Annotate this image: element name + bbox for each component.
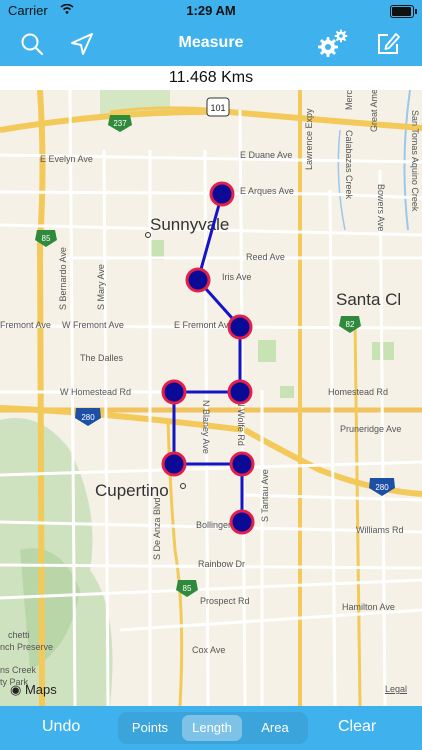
street-label: W Fremont Ave xyxy=(62,320,124,330)
hwy-label: 280 xyxy=(375,483,389,492)
street-label: N Blaney Ave xyxy=(201,400,211,454)
park-label: ns Creek xyxy=(0,665,37,675)
mode-area-segment[interactable]: Area xyxy=(246,715,304,741)
hwy-label: 85 xyxy=(183,584,192,593)
measure-point[interactable] xyxy=(227,314,253,340)
hwy-101-shield: 101 xyxy=(206,97,230,117)
street-label: San Tomas Aquino Creek xyxy=(410,110,420,212)
street-label: Bowers Ave xyxy=(376,184,386,231)
street-label: Iris Ave xyxy=(222,272,251,282)
legal-link[interactable]: Legal xyxy=(385,684,407,694)
measure-point[interactable] xyxy=(161,379,187,405)
street-label: Hamilton Ave xyxy=(342,602,395,612)
street-label: Rainbow Dr xyxy=(198,559,245,569)
undo-button[interactable]: Undo xyxy=(42,718,80,736)
street-label: E Duane Ave xyxy=(240,150,292,160)
hwy-label: 82 xyxy=(346,320,355,329)
bottom-toolbar: Undo Points Length Area Clear xyxy=(0,706,422,750)
street-label: Great America xyxy=(369,90,379,132)
city-label-cupertino: Cupertino xyxy=(95,481,169,500)
street-label: S Bernardo Ave xyxy=(58,247,68,310)
apple-logo-icon: ◉ xyxy=(10,682,22,697)
street-label: S De Anza Blvd xyxy=(152,497,162,560)
street-label: Cox Ave xyxy=(192,645,225,655)
hwy-label: 85 xyxy=(42,234,51,243)
map-view[interactable]: 101 237 85 82 280 280 85 Sunnyvale Santa… xyxy=(0,90,422,706)
street-label: S Mary Ave xyxy=(96,264,106,310)
street-label: Pruneridge Ave xyxy=(340,424,401,434)
distance-readout: 11.468 Kms xyxy=(0,66,422,91)
clear-button[interactable]: Clear xyxy=(338,718,376,736)
mode-segmented-control[interactable]: Points Length Area xyxy=(118,712,308,744)
street-label: The Dalles xyxy=(80,353,124,363)
street-label: E Arques Ave xyxy=(240,186,294,196)
edit-icon[interactable] xyxy=(374,30,402,58)
street-label: Lawrence Expy xyxy=(304,108,314,170)
street-label: S Tantau Ave xyxy=(260,469,270,522)
city-label-sunnyvale: Sunnyvale xyxy=(150,215,229,234)
street-label: Prospect Rd xyxy=(200,596,250,606)
street-label: E Fremont Ave xyxy=(174,320,233,330)
park-label: nch Preserve xyxy=(0,642,53,652)
measure-point[interactable] xyxy=(229,451,255,477)
status-time: 1:29 AM xyxy=(186,3,236,18)
status-bar: Carrier 1:29 AM xyxy=(0,0,422,22)
street-label: Williams Rd xyxy=(356,525,404,535)
hwy-label: 280 xyxy=(81,413,95,422)
hwy-label: 237 xyxy=(113,119,127,128)
street-label: Calabazas Creek xyxy=(344,130,354,200)
hwy-label: 101 xyxy=(210,103,225,113)
street-label: Mercy Ave xyxy=(344,90,354,110)
map-canvas[interactable]: 101 237 85 82 280 280 85 Sunnyvale Santa… xyxy=(0,90,422,706)
street-label: E Evelyn Ave xyxy=(40,154,93,164)
park-label: chetti xyxy=(8,630,30,640)
street-label: Fremont Ave xyxy=(0,320,51,330)
mode-points-segment[interactable]: Points xyxy=(122,715,178,741)
measure-point[interactable] xyxy=(229,509,255,535)
street-label: Homestead Rd xyxy=(328,387,388,397)
street-label: N Wolfe Rd xyxy=(236,400,246,446)
measure-point[interactable] xyxy=(185,267,211,293)
measure-point[interactable] xyxy=(209,181,235,207)
battery-icon xyxy=(390,5,417,18)
city-label-santa-clara: Santa Cl xyxy=(336,290,401,309)
street-label: W Homestead Rd xyxy=(60,387,131,397)
nav-bar: Measure xyxy=(0,22,422,66)
street-label: Reed Ave xyxy=(246,252,285,262)
mode-length-segment[interactable]: Length xyxy=(182,715,242,741)
measure-point[interactable] xyxy=(161,451,187,477)
page-title: Measure xyxy=(178,34,244,51)
measure-point[interactable] xyxy=(227,379,253,405)
settings-gears-icon[interactable] xyxy=(316,27,350,59)
maps-attribution-label: Maps xyxy=(24,682,57,697)
apple-maps-attribution: ◉ Maps xyxy=(10,682,57,698)
